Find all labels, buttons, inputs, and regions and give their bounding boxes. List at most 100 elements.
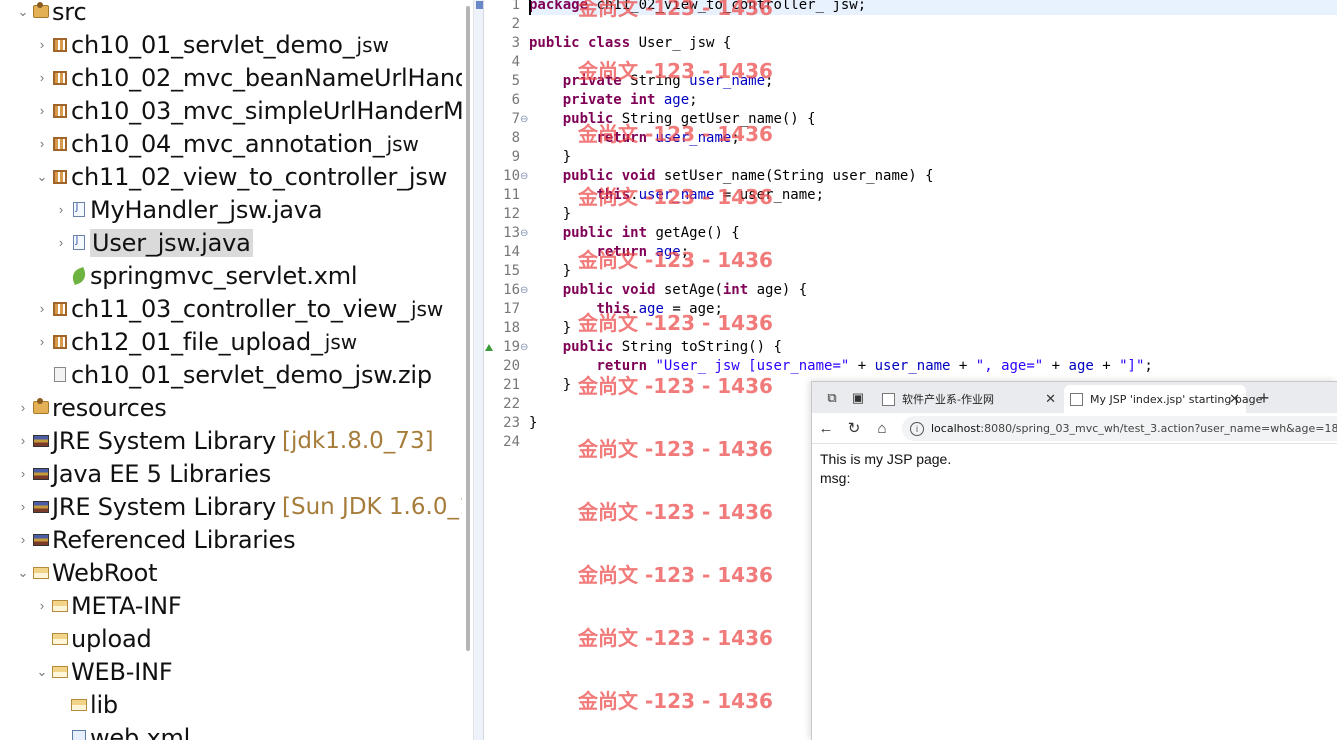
tab-homework-site[interactable]: 软件产业系-作业网 ✕ — [876, 385, 1062, 413]
chevron-right-icon[interactable]: › — [35, 299, 49, 319]
code-line[interactable]: public void setUser_name(String user_nam… — [529, 167, 934, 186]
line-number: 8 — [511, 130, 520, 146]
refresh-icon[interactable]: ↻ — [844, 418, 864, 438]
tree-scrollbar-thumb[interactable] — [466, 6, 470, 651]
code-token: } — [529, 415, 538, 431]
code-line[interactable]: this.age = age; — [529, 300, 722, 319]
code-line[interactable]: this.user_name = user_name; — [529, 186, 824, 205]
code-line[interactable]: return age; — [529, 243, 689, 262]
tree-item[interactable]: › Referenced Libraries — [0, 523, 462, 556]
code-line[interactable]: public String getUser_name() { — [529, 110, 816, 129]
chevron-right-icon[interactable]: › — [35, 332, 49, 352]
close-tab-icon[interactable]: ✕ — [1229, 392, 1240, 407]
code-line[interactable]: } — [529, 414, 537, 433]
tree-item[interactable]: ch10_01_servlet_demo_jsw.zip — [0, 358, 462, 391]
code-line[interactable]: public void setAge(int age) { — [529, 281, 807, 300]
chevron-right-icon[interactable]: › — [54, 200, 68, 220]
tree-item[interactable]: › Java EE 5 Libraries — [0, 457, 462, 490]
line-number: 23 — [503, 415, 520, 431]
chevron-down-icon[interactable]: ⌄ — [35, 167, 49, 187]
chevron-right-icon[interactable]: › — [16, 464, 30, 484]
chevron-right-icon[interactable]: › — [35, 101, 49, 121]
tree-item[interactable]: springmvc_servlet.xml — [0, 259, 462, 292]
tree-item[interactable]: upload — [0, 622, 462, 655]
tree-item[interactable]: › META-INF — [0, 589, 462, 622]
home-icon[interactable]: ⌂ — [872, 418, 892, 438]
chevron-right-icon[interactable]: › — [16, 497, 30, 517]
tree-item[interactable]: ⌄ ch11_02_view_to_controller_jsw — [0, 160, 462, 193]
code-line[interactable]: public class User_ jsw { — [529, 34, 731, 53]
new-tab-button[interactable]: + — [1254, 388, 1274, 408]
code-token: private — [562, 73, 622, 89]
tree-item[interactable]: ⌄ WEB-INF — [0, 655, 462, 688]
tree-item[interactable]: web.xml — [0, 721, 462, 740]
code-token: user_name — [655, 130, 732, 146]
code-line[interactable]: } — [529, 319, 571, 338]
tree-item[interactable]: › JRE System Library [jdk1.8.0_73] — [0, 424, 462, 457]
tree-item[interactable]: ⌄ src — [0, 0, 462, 28]
page-text-line: This is my JSP page. — [820, 451, 952, 467]
chevron-right-icon[interactable]: › — [35, 596, 49, 616]
line-number: 3 — [511, 35, 520, 51]
code-token: age — [655, 244, 681, 260]
chevron-right-icon[interactable]: › — [16, 431, 30, 451]
line-number: 6 — [511, 92, 520, 108]
code-token: int — [722, 282, 749, 298]
tree-item[interactable]: › User_jsw.java — [0, 226, 462, 259]
address-bar[interactable]: i localhost:8080/spring_03_mvc_wh/test_3… — [902, 416, 1337, 441]
tab-actions-icon[interactable]: ▣ — [848, 388, 868, 408]
tree-item-suffix: jsw — [324, 329, 358, 354]
line-number: 7 — [511, 111, 520, 127]
chevron-right-icon[interactable]: › — [35, 134, 49, 154]
workspaces-icon[interactable]: ⧉ — [822, 388, 842, 408]
code-line[interactable]: public String toString() { — [529, 338, 782, 357]
chevron-right-icon[interactable]: › — [35, 68, 49, 88]
code-line[interactable]: private String user_name; — [529, 72, 774, 91]
back-arrow-icon[interactable]: ← — [816, 418, 836, 438]
chevron-right-icon[interactable]: › — [16, 530, 30, 550]
code-line[interactable]: } — [529, 262, 571, 281]
site-info-icon[interactable]: i — [910, 421, 924, 436]
code-line[interactable]: public int getAge() { — [529, 224, 740, 243]
tree-item[interactable]: › ch11_03_controller_to_view_ jsw — [0, 292, 462, 325]
tree-item[interactable]: › MyHandler_jsw.java — [0, 193, 462, 226]
code-line[interactable]: package ch11_02_view_to_controller_ jsw; — [529, 0, 1337, 15]
code-token: } — [529, 320, 572, 336]
chevron-down-icon[interactable]: ⌄ — [16, 2, 30, 22]
code-line[interactable]: return user_name; — [529, 129, 739, 148]
tree-item[interactable]: › ch10_02_mvc_beanNameUrlHandle — [0, 61, 462, 94]
line-number: 11 — [503, 187, 520, 203]
tree-item-label: resources — [52, 393, 167, 422]
tree-item[interactable]: ⌄ WebRoot — [0, 556, 462, 589]
chevron-down-icon[interactable]: ⌄ — [16, 563, 30, 583]
tree-item-decoration: [jdk1.8.0_73] — [282, 427, 434, 454]
ruler-marker — [476, 1, 483, 9]
code-line[interactable]: private int age; — [529, 91, 698, 110]
code-token: User_ jsw { — [630, 35, 732, 51]
chevron-right-icon[interactable]: › — [35, 35, 49, 55]
code-line[interactable]: } — [529, 148, 571, 167]
tree-item[interactable]: › ch10_04_mvc_annotation_ jsw — [0, 127, 462, 160]
address-url[interactable]: localhost:8080/spring_03_mvc_wh/test_3.a… — [931, 422, 1337, 435]
code-line[interactable]: return "User_ jsw [user_name=" + user_na… — [529, 357, 1152, 376]
tree-item[interactable]: › ch10_01_servlet_demo_ jsw — [0, 28, 462, 61]
chevron-right-icon — [35, 365, 49, 385]
chevron-down-icon[interactable]: ⌄ — [35, 662, 49, 682]
tree-item[interactable]: › resources — [0, 391, 462, 424]
tree-item[interactable]: › ch10_03_mvc_simpleUrlHanderMap — [0, 94, 462, 127]
tree-item[interactable]: › ch12_01_file_upload_ jsw — [0, 325, 462, 358]
close-tab-icon[interactable]: ✕ — [1045, 392, 1056, 407]
tree-item[interactable]: › JRE System Library[Sun JDK 1.6.0_13 — [0, 490, 462, 523]
tree-scrollbar[interactable] — [465, 0, 471, 740]
code-line[interactable]: } — [529, 205, 571, 224]
chevron-right-icon[interactable]: › — [54, 233, 68, 253]
tab-jsp-page[interactable]: My JSP 'index.jsp' starting page ✕ — [1064, 385, 1262, 413]
code-line[interactable]: } — [529, 376, 571, 395]
tree-item[interactable]: lib — [0, 688, 462, 721]
chevron-right-icon[interactable]: › — [16, 398, 30, 418]
